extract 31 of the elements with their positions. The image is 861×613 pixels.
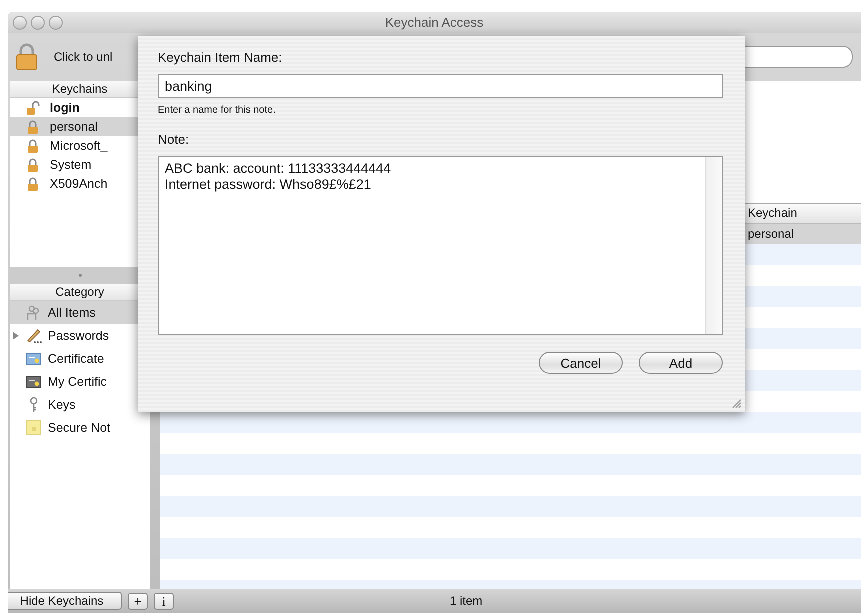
info-button[interactable]: i <box>154 592 174 610</box>
padlock-icon <box>26 176 40 190</box>
padlock-icon <box>26 120 40 134</box>
hint-text: Enter a name for this note. <box>158 105 276 116</box>
add-button[interactable]: + <box>128 592 148 610</box>
people-icon <box>26 304 42 320</box>
resize-grip-icon[interactable] <box>732 399 742 409</box>
name-field[interactable]: banking <box>158 74 723 98</box>
padlock-icon <box>26 138 40 152</box>
zoom-button[interactable] <box>49 16 63 30</box>
minimize-button[interactable] <box>31 16 45 30</box>
field-label: Note: <box>158 132 190 147</box>
note-icon <box>26 420 42 436</box>
note-field[interactable]: ABC bank: account: 11133333444444 Internet password: Whso89£%£21 <box>158 156 723 335</box>
lock-label[interactable]: Click to unl <box>54 50 113 64</box>
dialog-button[interactable]: Add <box>639 352 723 374</box>
disclosure-triangle-icon[interactable] <box>12 332 20 340</box>
pencil-icon <box>26 328 42 344</box>
dialog-button[interactable]: Cancel <box>539 352 623 374</box>
unlocked-padlock-icon <box>26 100 40 114</box>
status-text: 1 item <box>450 594 483 608</box>
certificate-icon <box>26 350 42 366</box>
certificate-icon <box>26 374 42 390</box>
category-item[interactable]: Secure Not <box>10 416 150 439</box>
lock-icon[interactable] <box>16 43 38 71</box>
close-button[interactable] <box>13 16 27 30</box>
window-title: Keychain Access <box>385 15 484 30</box>
hide-keychains-button[interactable]: Hide Keychains <box>8 592 122 610</box>
column-header[interactable]: Keychain <box>748 204 798 223</box>
field-label: Keychain Item Name: <box>158 50 282 65</box>
padlock-icon <box>26 158 40 172</box>
